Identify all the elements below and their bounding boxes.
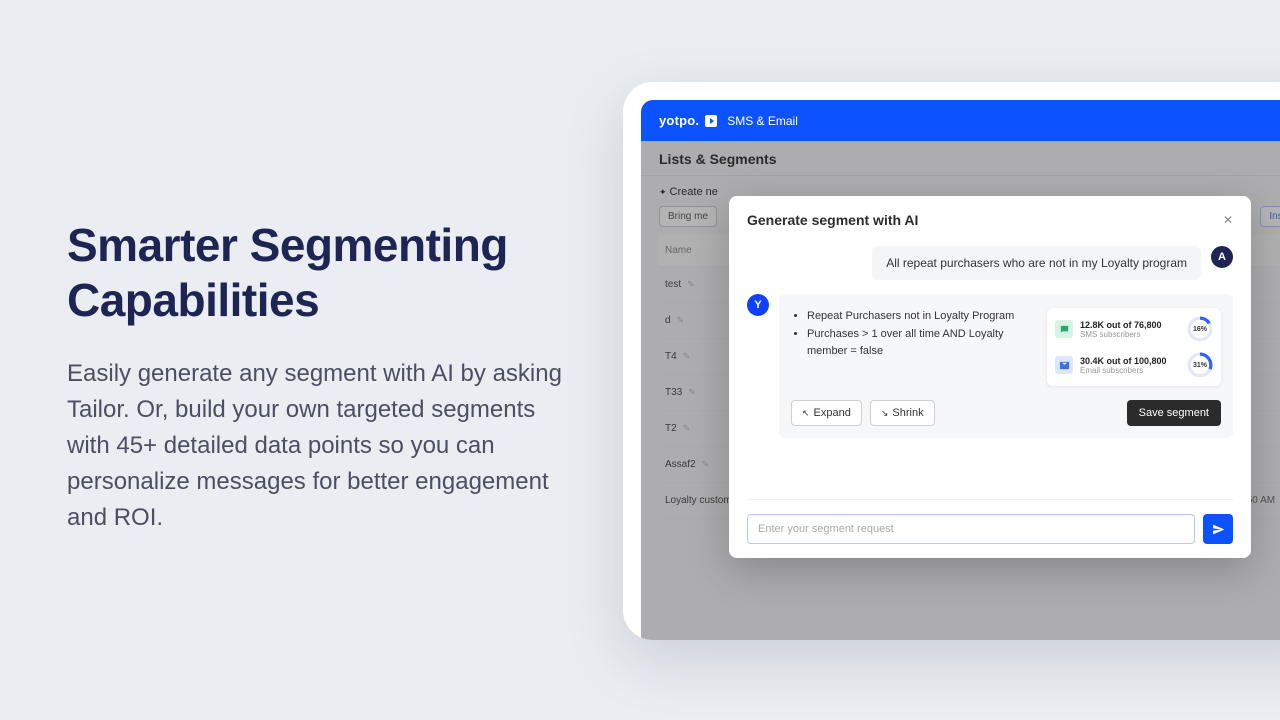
user-message: All repeat purchasers who are not in my … xyxy=(872,246,1201,280)
progress-ring: 31% xyxy=(1187,352,1213,378)
ai-bullets: Repeat Purchasers not in Loyalty Program… xyxy=(791,308,1035,361)
progress-ring: 16% xyxy=(1187,316,1213,342)
send-icon xyxy=(1212,523,1225,536)
product-label: SMS & Email xyxy=(727,114,798,128)
modal-title: Generate segment with AI xyxy=(747,212,918,228)
user-avatar: A xyxy=(1211,246,1233,268)
ai-segment-modal: Generate segment with AI ✕ All repeat pu… xyxy=(729,196,1251,558)
ai-avatar: Y xyxy=(747,294,769,316)
email-stat: 30.4K out of 100,800Email subscribers31% xyxy=(1055,352,1213,378)
chat-icon xyxy=(1055,320,1073,338)
expand-button[interactable]: ↖ Expand xyxy=(791,400,862,426)
brand-logo: yotpo. xyxy=(659,113,699,128)
save-segment-button[interactable]: Save segment xyxy=(1127,400,1221,426)
sms-stat: 12.8K out of 76,800SMS subscribers16% xyxy=(1055,316,1213,342)
ai-response-card: Repeat Purchasers not in Loyalty Program… xyxy=(779,294,1233,438)
app-frame: yotpo. SMS & Email Lists & Segments ✦ Cr… xyxy=(623,82,1280,640)
close-icon[interactable]: ✕ xyxy=(1223,213,1233,227)
shrink-icon: ↘ xyxy=(881,408,889,419)
topbar: yotpo. SMS & Email xyxy=(641,100,1280,141)
stats-box: 12.8K out of 76,800SMS subscribers16% 30.… xyxy=(1047,308,1221,386)
mail-icon xyxy=(1055,356,1073,374)
hero-headline: Smarter Segmenting Capabilities xyxy=(67,218,567,328)
hero-body: Easily generate any segment with AI by a… xyxy=(67,356,567,536)
brand-icon xyxy=(705,115,717,127)
expand-icon: ↖ xyxy=(802,408,810,419)
send-button[interactable] xyxy=(1203,514,1233,544)
segment-request-input[interactable] xyxy=(747,514,1195,544)
shrink-button[interactable]: ↘ Shrink xyxy=(870,400,935,426)
